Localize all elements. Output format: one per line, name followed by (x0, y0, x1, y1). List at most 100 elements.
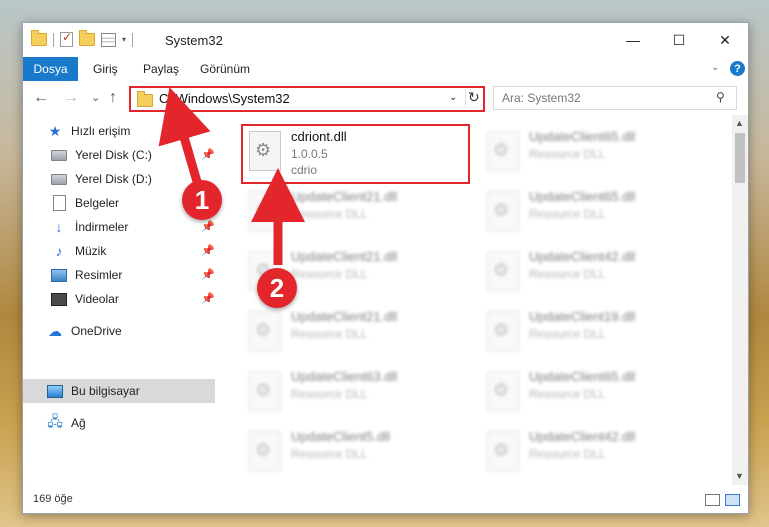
file-item[interactable]: UpdateClient65.dll Resource DLL (481, 185, 711, 241)
recent-locations-button[interactable]: ⌄ (91, 91, 100, 104)
up-button[interactable]: ↑ (109, 89, 117, 107)
pin-icon[interactable]: 📌 (201, 244, 215, 257)
address-dropdown-icon[interactable]: ⌄ (449, 92, 457, 103)
network-icon: 🖧 (47, 413, 63, 429)
computer-icon (47, 384, 63, 398)
back-button[interactable]: ← (33, 89, 49, 107)
dll-file-icon (487, 251, 519, 291)
address-path[interactable]: C:\Windows\System32 (159, 91, 290, 106)
file-type: Resource DLL (529, 147, 606, 161)
drive-icon (51, 172, 67, 186)
file-name: UpdateClient65.dll (529, 129, 636, 144)
file-item[interactable]: UpdateClient21.dll Resource DLL (243, 305, 473, 361)
quick-access-dropdown-icon[interactable]: ▾ (122, 35, 126, 44)
new-folder-icon[interactable] (79, 30, 95, 46)
folder-icon (31, 30, 47, 46)
music-icon: ♪ (55, 243, 63, 259)
pin-icon[interactable]: 📌 (201, 220, 215, 233)
search-box[interactable]: Ara: System32 ⚲ (493, 86, 737, 110)
tab-paylas[interactable]: Paylaş (143, 62, 179, 76)
window-title: System32 (165, 33, 223, 48)
pin-icon[interactable]: 📌 (201, 268, 215, 281)
search-placeholder[interactable]: Ara: System32 (502, 91, 581, 105)
tab-giris[interactable]: Giriş (93, 62, 118, 76)
toolbar-divider (132, 32, 134, 47)
file-type: Resource DLL (291, 387, 368, 401)
tab-gorunum[interactable]: Görünüm (200, 62, 250, 76)
sidebar-item-label: OneDrive (71, 324, 122, 338)
file-type: Resource DLL (529, 327, 606, 341)
file-item[interactable]: UpdateClient42.dll Resource DLL (481, 245, 711, 301)
close-button[interactable]: ✕ (702, 23, 748, 57)
file-name: UpdateClient19.dll (529, 309, 636, 324)
file-name: UpdateClient65.dll (529, 189, 636, 204)
file-item[interactable]: UpdateClient63.dll Resource DLL (243, 365, 473, 421)
sidebar-item-downloads[interactable]: ↓ İndirmeler 📌 (23, 215, 215, 239)
sidebar-item-network[interactable]: 🖧 Ağ (23, 411, 215, 435)
scroll-up-icon[interactable]: ▲ (735, 118, 744, 128)
document-icon (51, 195, 67, 211)
details-view-icon[interactable] (705, 494, 720, 506)
cloud-icon: ☁ (48, 322, 62, 339)
file-item[interactable]: UpdateClient19.dll Resource DLL (481, 305, 711, 361)
file-item[interactable]: UpdateClient5.dll Resource DLL (243, 425, 473, 481)
tab-dosya[interactable]: Dosya (23, 57, 78, 81)
sidebar-item-label: İndirmeler (75, 220, 129, 234)
file-name: UpdateClient21.dll (291, 309, 398, 324)
dll-file-icon (487, 191, 519, 231)
pin-icon[interactable]: 📌 (201, 148, 215, 161)
scroll-thumb[interactable] (735, 133, 745, 183)
file-item[interactable]: UpdateClient42.dll Resource DLL (481, 425, 711, 481)
maximize-button[interactable]: ☐ (656, 23, 702, 57)
sidebar-item-label: Müzik (75, 244, 107, 258)
file-type: Resource DLL (529, 207, 606, 221)
pin-icon[interactable]: 📌 (201, 292, 215, 305)
file-name: UpdateClient21.dll (291, 189, 398, 204)
file-item[interactable]: UpdateClient21.dll Resource DLL (243, 185, 473, 241)
sidebar-item-local-disk-c[interactable]: Yerel Disk (C:) 📌 (23, 143, 215, 167)
file-name: UpdateClient65.dll (529, 369, 636, 384)
star-icon: ★ (48, 122, 62, 139)
scroll-down-icon[interactable]: ▼ (735, 471, 744, 481)
dll-file-icon (249, 431, 281, 471)
item-count: 169 öğe (33, 493, 73, 505)
expand-ribbon-chevron-icon[interactable]: ⌄ (711, 62, 719, 73)
dll-file-icon (249, 371, 281, 411)
drive-icon (51, 148, 67, 162)
properties-check-icon[interactable] (60, 30, 73, 47)
vertical-scrollbar[interactable]: ▲ ▼ (732, 115, 748, 485)
file-type: Resource DLL (291, 267, 368, 281)
sidebar-item-label: Resimler (75, 268, 123, 282)
sidebar-item-label: Yerel Disk (D:) (75, 172, 152, 186)
explorer-window: ▾ System32 — ☐ ✕ Dosya Giriş Paylaş Görü… (22, 22, 749, 514)
file-item[interactable]: UpdateClient65.dll Resource DLL (481, 365, 711, 421)
address-bar[interactable]: C:\Windows\System32 ⌄ ↻ (129, 86, 485, 112)
dll-file-icon (249, 311, 281, 351)
quick-access-toolbar: ▾ (31, 30, 134, 47)
file-type: Resource DLL (291, 327, 368, 341)
search-icon[interactable]: ⚲ (716, 90, 725, 104)
toolbar-divider (53, 32, 54, 47)
sidebar-item-pictures[interactable]: Resimler 📌 (23, 263, 215, 287)
sidebar-item-label: Ağ (71, 416, 86, 430)
sidebar-item-this-pc[interactable]: Bu bilgisayar (23, 379, 215, 403)
step-1-badge: 1 (182, 180, 222, 220)
sidebar-item-videos[interactable]: Videolar 📌 (23, 287, 215, 311)
large-icons-view-icon[interactable] (725, 494, 740, 506)
sidebar-item-music[interactable]: ♪ Müzik 📌 (23, 239, 215, 263)
navigation-bar: ← → ⌄ ↑ C:\Windows\System32 ⌄ ↻ Ara: Sys… (23, 81, 748, 115)
sidebar-item-onedrive[interactable]: ☁ OneDrive (23, 319, 215, 343)
forward-button[interactable]: → (63, 89, 79, 107)
download-icon: ↓ (55, 219, 63, 235)
help-icon[interactable]: ? (730, 61, 745, 76)
view-properties-icon[interactable] (101, 32, 116, 47)
file-type: Resource DLL (529, 447, 606, 461)
file-item[interactable]: UpdateClient65.dll Resource DLL (481, 125, 711, 181)
file-type: Resource DLL (291, 447, 368, 461)
step-2-badge: 2 (257, 268, 297, 308)
sidebar-item-label: Videolar (75, 292, 119, 306)
sidebar-item-quick-access[interactable]: ★ Hızlı erişim (23, 119, 215, 143)
refresh-icon[interactable]: ↻ (465, 89, 484, 107)
dll-file-icon (249, 191, 281, 231)
minimize-button[interactable]: — (610, 23, 656, 57)
